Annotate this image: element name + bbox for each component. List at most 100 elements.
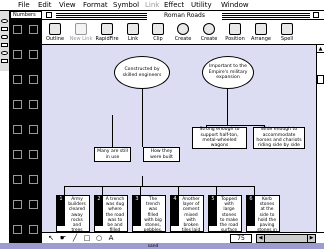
connector xyxy=(254,186,255,195)
link-icon xyxy=(127,23,139,35)
step-box-5[interactable]: 5 Topped with large stones to make the ro… xyxy=(208,195,242,233)
connector xyxy=(178,186,179,195)
shape-tool-icon[interactable]: □ xyxy=(82,234,92,243)
diagram-canvas[interactable]: Constructed by skilled engineers Importa… xyxy=(42,45,316,249)
connector xyxy=(142,176,143,186)
step-badge: 5 xyxy=(209,196,217,226)
horizontal-scrollbar[interactable]: ◀ ▶ xyxy=(256,234,316,243)
create-down-icon xyxy=(177,23,189,35)
text-tool-icon[interactable]: A xyxy=(106,234,116,243)
line-tool-icon[interactable]: ╱ xyxy=(70,234,80,243)
number-cell[interactable] xyxy=(29,50,38,59)
menu-link[interactable]: Link xyxy=(145,1,159,10)
scroll-up-icon[interactable]: ▲ xyxy=(317,45,324,53)
connector xyxy=(216,186,217,195)
number-cell[interactable] xyxy=(13,75,22,84)
menu-view[interactable]: View xyxy=(59,1,76,10)
rect-shape-icon[interactable] xyxy=(1,27,8,31)
box-how-built[interactable]: How they were built xyxy=(143,147,180,162)
menu-window[interactable]: Window xyxy=(221,1,249,10)
new-link-button[interactable]: New Link xyxy=(70,21,92,44)
scroll-right-icon[interactable]: ▶ xyxy=(307,235,315,242)
menu-symbol[interactable]: Symbol xyxy=(113,1,139,10)
oval-constructed[interactable]: Constructed by skilled engineers xyxy=(114,56,170,89)
menu-edit[interactable]: Edit xyxy=(38,1,52,10)
menu-format[interactable]: Format xyxy=(83,1,108,10)
number-cell[interactable] xyxy=(29,25,38,34)
number-cell[interactable] xyxy=(29,225,38,234)
oval-tool-icon[interactable]: ○ xyxy=(94,234,104,243)
step-box-1[interactable]: 1 Army builders cleared away rocks and tr… xyxy=(56,195,90,233)
number-cell[interactable] xyxy=(29,125,38,134)
bottom-toolbar: ↖ ☛ ╱ □ ○ A 75 ◀ ▶ xyxy=(42,232,324,243)
close-box-icon[interactable] xyxy=(46,12,52,18)
connector xyxy=(142,89,143,147)
zoom-field[interactable]: 75 xyxy=(230,234,252,243)
step-box-6[interactable]: 6 Kerb stones at the side to hold the pav… xyxy=(246,195,280,238)
number-cell[interactable] xyxy=(13,125,22,134)
symbol-palette[interactable] xyxy=(0,11,10,71)
scroll-thumb[interactable] xyxy=(317,75,324,84)
number-cell[interactable] xyxy=(29,200,38,209)
vertical-scrollbar[interactable]: ▲ xyxy=(316,45,324,232)
create-button-1[interactable]: Create xyxy=(172,21,194,44)
menu-effect[interactable]: Effect xyxy=(164,1,184,10)
number-cell[interactable] xyxy=(13,50,22,59)
arrange-button[interactable]: Arrange xyxy=(250,21,272,44)
hand-tool-icon[interactable]: ☛ xyxy=(58,234,68,243)
round-rect-shape-icon[interactable] xyxy=(1,35,8,39)
box-strong-enough[interactable]: Strong enough to support half-ton, metal… xyxy=(192,127,247,149)
menu-utility[interactable]: Utility xyxy=(191,1,212,10)
step-badge: 3 xyxy=(133,196,141,226)
step-box-3[interactable]: 3 The trench was filled with big stones, … xyxy=(132,195,166,249)
oval-military[interactable]: Important to the Empire's military expan… xyxy=(202,56,254,89)
connector xyxy=(112,115,113,147)
scroll-left-icon[interactable]: ◀ xyxy=(257,235,265,242)
position-icon xyxy=(229,23,241,35)
connector xyxy=(140,186,141,195)
step-badge: 6 xyxy=(247,196,255,226)
number-cell[interactable] xyxy=(13,175,22,184)
number-cell[interactable] xyxy=(13,225,22,234)
window-title-bar[interactable]: Roman Roads xyxy=(42,11,324,20)
arrow-tool-icon[interactable]: ↖ xyxy=(46,234,56,243)
numbers-panel xyxy=(10,19,42,243)
diamond-shape-icon[interactable] xyxy=(1,43,8,47)
number-cell[interactable] xyxy=(13,150,22,159)
step-box-2[interactable]: 2A trench was dug where the road was to … xyxy=(94,195,128,244)
zoom-box-icon[interactable] xyxy=(313,12,319,18)
step-badge: 2 xyxy=(95,196,103,226)
spell-icon xyxy=(281,23,293,35)
step-box-4[interactable]: 4 Another layer of cement mixed with brok… xyxy=(170,195,204,238)
connector xyxy=(64,186,65,195)
cloud-shape-icon[interactable] xyxy=(1,51,8,55)
rapidfire-icon xyxy=(101,23,113,35)
numbers-panel-title: Numbers xyxy=(10,11,42,19)
box-still-in-use[interactable]: Many are still in use xyxy=(94,147,131,162)
toolbar: Outline New Link RapidFire Link Clip Cre… xyxy=(42,20,324,45)
number-cell[interactable] xyxy=(29,75,38,84)
connector xyxy=(206,125,264,126)
menu-file[interactable]: File xyxy=(18,1,30,10)
spell-button[interactable]: Spell xyxy=(276,21,298,44)
position-button[interactable]: Position xyxy=(224,21,246,44)
number-cell[interactable] xyxy=(29,100,38,109)
connector xyxy=(227,89,228,125)
new-link-icon xyxy=(75,23,87,35)
step-badge: 4 xyxy=(171,196,179,226)
outline-icon xyxy=(49,23,61,35)
note-shape-icon[interactable] xyxy=(1,59,8,63)
step-badge: 1 xyxy=(57,196,65,226)
number-cell[interactable] xyxy=(29,175,38,184)
number-cell[interactable] xyxy=(13,25,22,34)
rapidfire-button[interactable]: RapidFire xyxy=(95,21,119,44)
box-wide-enough[interactable]: Wide enough to accommodate horses and ch… xyxy=(253,127,305,149)
outline-button[interactable]: Outline xyxy=(44,21,66,44)
connector xyxy=(102,186,103,195)
create-button-2[interactable]: Create xyxy=(198,21,220,44)
clip-icon xyxy=(152,23,164,35)
number-cell[interactable] xyxy=(13,200,22,209)
oval-shape-icon[interactable] xyxy=(1,19,8,23)
number-cell[interactable] xyxy=(29,150,38,159)
number-cell[interactable] xyxy=(13,100,22,109)
